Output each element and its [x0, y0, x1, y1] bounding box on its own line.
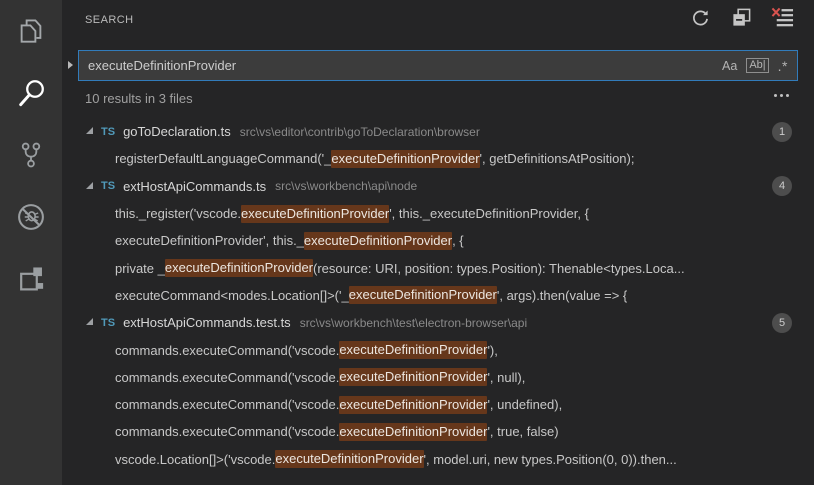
file-result-row[interactable]: TS extHostApiCommands.test.ts src\vs\workb… [62, 309, 814, 336]
search-box: Aa Ab| .* [78, 50, 798, 81]
panel-actions [689, 9, 793, 31]
search-icon [15, 77, 47, 109]
match-highlight: executeDefinitionProvider [304, 232, 452, 250]
match-text-before: commands.executeCommand('vscode. [115, 397, 339, 412]
match-count-badge: 5 [772, 313, 792, 333]
file-result-row[interactable]: TS extHostApiCommands.ts src\vs\workbench\… [62, 173, 814, 200]
match-case-toggle[interactable]: Aa [722, 59, 737, 73]
match-text-after: ', this._executeDefinitionProvider, { [389, 206, 589, 221]
search-results-list: TS goToDeclaration.ts src\vs\editor\contri… [62, 118, 814, 473]
match-text-before: registerDefaultLanguageCommand('_ [115, 151, 331, 166]
match-highlight: executeDefinitionProvider [339, 368, 487, 386]
collapse-all-button[interactable] [730, 9, 752, 31]
match-text-after: ', undefined), [487, 397, 562, 412]
search-match-row[interactable]: commands.executeCommand('vscode.executeD… [62, 364, 814, 391]
file-name: extHostApiCommands.test.ts [123, 315, 291, 330]
match-text-after: ', true, false) [487, 424, 558, 439]
match-text-after: ', getDefinitionsAtPosition); [480, 151, 635, 166]
match-highlight: executeDefinitionProvider [339, 341, 487, 359]
search-match-row[interactable]: commands.executeCommand('vscode.executeD… [62, 391, 814, 418]
activity-item-source-control[interactable] [0, 124, 62, 186]
debug-disabled-icon [16, 202, 46, 232]
search-match-row[interactable]: executeCommand<modes.Location[]>('_execu… [62, 282, 814, 309]
regex-toggle[interactable]: .* [778, 58, 788, 74]
ellipsis-icon [774, 94, 777, 97]
activity-bar [0, 0, 62, 485]
search-match-row[interactable]: vscode.Location[]>('vscode.executeDefini… [62, 446, 814, 473]
refresh-button[interactable] [689, 9, 711, 31]
match-count-badge: 1 [772, 122, 792, 142]
match-text-before: commands.executeCommand('vscode. [115, 370, 339, 385]
clear-results-icon [771, 6, 794, 34]
file-path: src\vs\workbench\test\electron-browser\a… [300, 316, 527, 330]
extensions-icon [16, 264, 46, 294]
match-text-after: , { [452, 233, 464, 248]
ts-file-icon: TS [101, 180, 115, 192]
match-text-after: (resource: URI, position: types.Position… [313, 261, 685, 276]
file-result-row[interactable]: TS goToDeclaration.ts src\vs\editor\contri… [62, 118, 814, 145]
match-text-after: ', model.uri, new types.Position(0, 0)).… [424, 452, 677, 467]
search-match-row[interactable]: registerDefaultLanguageCommand('_execute… [62, 145, 814, 172]
files-icon [16, 16, 46, 46]
match-highlight: executeDefinitionProvider [165, 259, 313, 277]
match-highlight: executeDefinitionProvider [339, 396, 487, 414]
file-name: extHostApiCommands.ts [123, 179, 266, 194]
search-match-row[interactable]: this._register('vscode.executeDefinition… [62, 200, 814, 227]
search-panel: SEARCH [62, 0, 814, 485]
whole-word-toggle[interactable]: Ab| [746, 58, 768, 73]
refresh-icon [690, 8, 710, 33]
search-match-row[interactable]: commands.executeCommand('vscode.executeD… [62, 418, 814, 445]
match-text-before: vscode.Location[]>('vscode. [115, 452, 275, 467]
file-path: src\vs\workbench\api\node [275, 179, 417, 193]
search-match-row[interactable]: private _executeDefinitionProvider(resou… [62, 254, 814, 281]
activity-item-extensions[interactable] [0, 248, 62, 310]
activity-item-explorer[interactable] [0, 0, 62, 62]
search-match-row[interactable]: executeDefinitionProvider', this._execut… [62, 227, 814, 254]
match-highlight: executeDefinitionProvider [241, 205, 389, 223]
file-path: src\vs\editor\contrib\goToDeclaration\br… [240, 125, 480, 139]
ts-file-icon: TS [101, 126, 115, 138]
match-text-after: ', args).then(value => { [497, 288, 627, 303]
git-branch-icon [17, 140, 45, 170]
results-summary: 10 results in 3 files [85, 91, 193, 106]
ellipsis-icon [780, 94, 783, 97]
match-text-before: executeCommand<modes.Location[]>('_ [115, 288, 349, 303]
ellipsis-icon [786, 94, 789, 97]
chevron-right-icon [68, 61, 73, 69]
match-highlight: executeDefinitionProvider [349, 286, 497, 304]
twistie-expanded-icon[interactable] [86, 318, 93, 325]
match-text-after: ', null), [487, 370, 525, 385]
vscode-window: SEARCH [0, 0, 814, 485]
match-highlight: executeDefinitionProvider [275, 450, 423, 468]
search-match-row[interactable]: commands.executeCommand('vscode.executeD… [62, 336, 814, 363]
match-text-before: commands.executeCommand('vscode. [115, 424, 339, 439]
match-text-before: private _ [115, 261, 165, 276]
activity-item-search[interactable] [0, 62, 62, 124]
clear-search-results-button[interactable] [771, 9, 793, 31]
activity-item-debug[interactable] [0, 186, 62, 248]
match-text-before: this._register('vscode. [115, 206, 241, 221]
toggle-search-details-button[interactable] [772, 92, 791, 99]
twistie-expanded-icon[interactable] [86, 182, 93, 189]
match-text-before: executeDefinitionProvider', this._ [115, 233, 304, 248]
match-count-badge: 4 [772, 176, 792, 196]
ts-file-icon: TS [101, 317, 115, 329]
panel-title: SEARCH [85, 14, 134, 26]
twistie-expanded-icon[interactable] [86, 127, 93, 134]
match-highlight: executeDefinitionProvider [339, 423, 487, 441]
search-input[interactable] [79, 58, 722, 73]
match-text-before: commands.executeCommand('vscode. [115, 343, 339, 358]
match-highlight: executeDefinitionProvider [331, 150, 479, 168]
collapse-all-icon [731, 7, 752, 33]
match-text-after: '), [487, 343, 497, 358]
file-name: goToDeclaration.ts [123, 124, 231, 139]
